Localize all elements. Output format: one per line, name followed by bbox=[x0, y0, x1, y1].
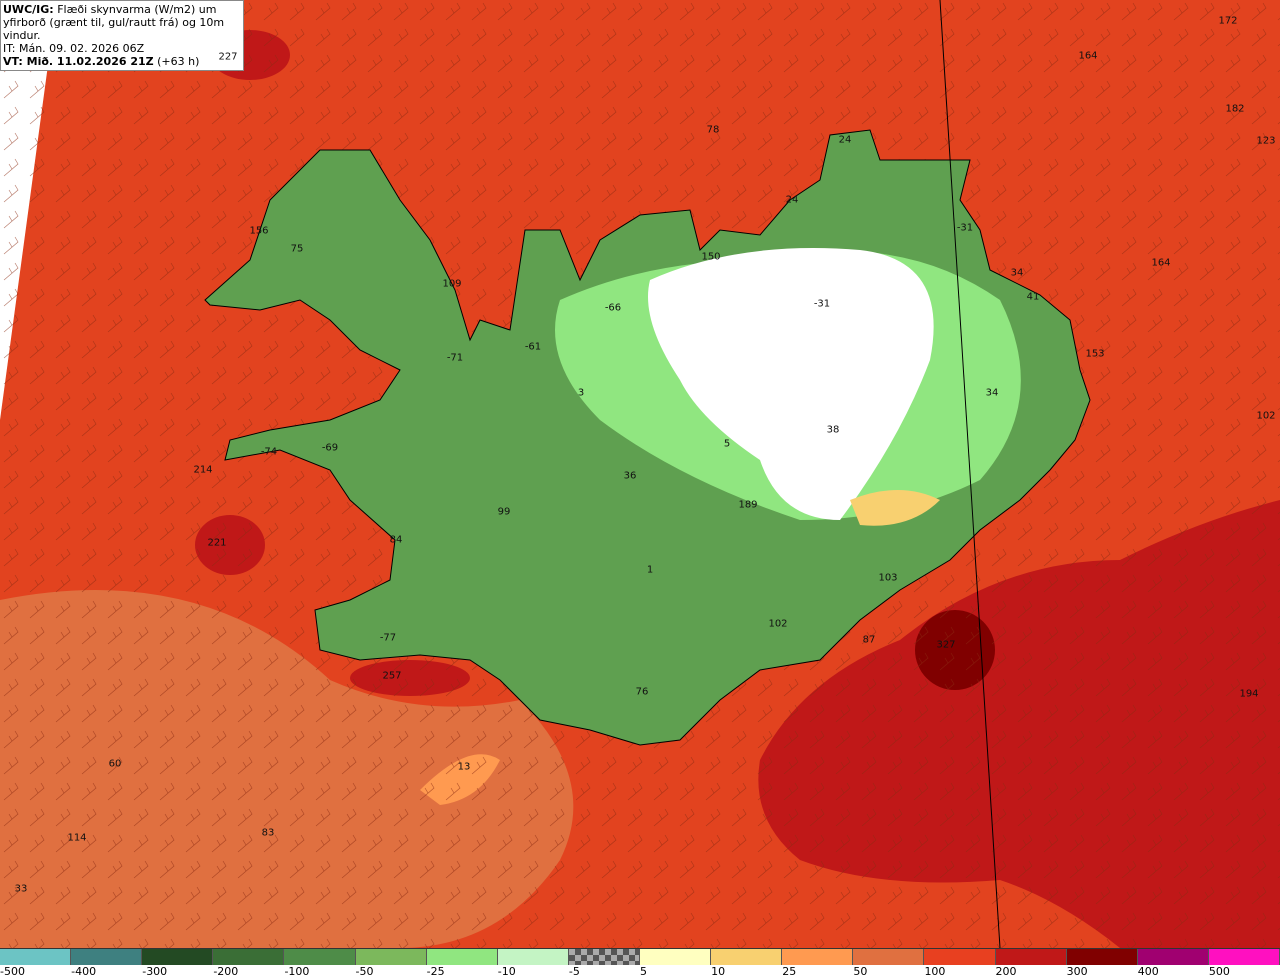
flux-value-label: -69 bbox=[321, 442, 339, 454]
flux-value-label: 156 bbox=[249, 225, 269, 237]
legend-swatch bbox=[426, 949, 498, 965]
legend-tick-label: 100 bbox=[924, 965, 946, 978]
legend-swatch bbox=[0, 949, 72, 965]
legend-tick-label: -200 bbox=[213, 965, 239, 978]
flux-value-label: 34 bbox=[985, 387, 999, 399]
flux-value-label: 114 bbox=[67, 832, 87, 844]
legend-swatch bbox=[1208, 949, 1280, 965]
lead-time: (+63 h) bbox=[157, 55, 200, 68]
flux-value-label: 150 bbox=[701, 251, 721, 263]
valid-time: VT: Mið. 11.02.2026 21Z bbox=[3, 55, 154, 68]
legend-swatch bbox=[782, 949, 854, 965]
flux-value-label: 164 bbox=[1151, 257, 1171, 269]
legend-tick-label: -5 bbox=[568, 965, 580, 978]
flux-value-label: 102 bbox=[1256, 410, 1276, 422]
flux-value-label: 87 bbox=[862, 634, 876, 646]
flux-value-label: 102 bbox=[768, 618, 788, 630]
legend-tick-label: 25 bbox=[782, 965, 797, 978]
legend-swatch bbox=[71, 949, 143, 965]
legend-tick-label: -400 bbox=[71, 965, 97, 978]
flux-value-label: 83 bbox=[261, 827, 275, 839]
legend-swatch bbox=[355, 949, 427, 965]
legend-tick-label: -300 bbox=[142, 965, 168, 978]
flux-value-label: 189 bbox=[738, 499, 758, 511]
flux-value-label: -66 bbox=[604, 302, 622, 314]
flux-value-label: 60 bbox=[108, 758, 122, 770]
flux-value-label: 76 bbox=[635, 686, 649, 698]
flux-value-label: 75 bbox=[290, 243, 304, 255]
legend-swatch bbox=[142, 949, 214, 965]
flux-value-label: 103 bbox=[878, 572, 898, 584]
flux-value-label: 36 bbox=[623, 470, 637, 482]
flux-value-label: 41 bbox=[1026, 291, 1040, 303]
legend-tick-label: -50 bbox=[355, 965, 374, 978]
legend-swatch bbox=[924, 949, 996, 965]
flux-value-label: -31 bbox=[956, 222, 974, 234]
flux-value-label: 24 bbox=[785, 194, 799, 206]
title-line1: Flæði skynvarma (W/m2) um bbox=[57, 3, 217, 16]
legend-tick-label: 500 bbox=[1208, 965, 1230, 978]
sensible-heat-flux-map bbox=[0, 0, 1280, 948]
legend-swatch bbox=[1066, 949, 1138, 965]
flux-value-label: 3 bbox=[577, 387, 585, 399]
flux-value-label: -31 bbox=[813, 298, 831, 310]
flux-value-label: 214 bbox=[193, 464, 213, 476]
flux-value-label: 33 bbox=[14, 883, 28, 895]
flux-value-label: 172 bbox=[1218, 15, 1238, 27]
legend-tick-label: 300 bbox=[1066, 965, 1088, 978]
flux-value-label: 34 bbox=[1010, 267, 1024, 279]
flux-value-label: 78 bbox=[706, 124, 720, 136]
flux-value-label: 109 bbox=[442, 278, 462, 290]
legend-swatch bbox=[995, 949, 1067, 965]
legend-swatch bbox=[1137, 949, 1209, 965]
flux-value-label: -77 bbox=[379, 632, 397, 644]
flux-value-label: 123 bbox=[1256, 135, 1276, 147]
legend-swatch bbox=[213, 949, 285, 965]
legend-tick-label: 400 bbox=[1137, 965, 1159, 978]
flux-value-label: 194 bbox=[1239, 688, 1259, 700]
legend-tick-label: 10 bbox=[711, 965, 726, 978]
legend-tick-label: -100 bbox=[284, 965, 310, 978]
source-label: UWC/IG: bbox=[3, 3, 54, 16]
flux-value-label: 227 bbox=[218, 51, 238, 63]
legend-tick-label: 200 bbox=[995, 965, 1017, 978]
legend-tick-label: -25 bbox=[426, 965, 445, 978]
legend-swatch bbox=[853, 949, 925, 965]
legend-swatch bbox=[639, 949, 712, 965]
flux-value-label: 38 bbox=[826, 424, 840, 436]
legend-swatch bbox=[284, 949, 356, 965]
legend-tick-label: 5 bbox=[640, 965, 647, 978]
flux-value-label: 84 bbox=[389, 534, 403, 546]
flux-value-label: 13 bbox=[457, 761, 471, 773]
legend-tick-label: 50 bbox=[853, 965, 868, 978]
flux-value-label: 24 bbox=[838, 134, 852, 146]
flux-value-label: 5 bbox=[723, 438, 731, 450]
flux-value-label: 221 bbox=[207, 537, 227, 549]
legend-swatch bbox=[497, 949, 569, 965]
legend-swatch bbox=[711, 949, 783, 965]
flux-value-label: -71 bbox=[446, 352, 464, 364]
flux-value-label: 327 bbox=[936, 639, 956, 651]
flux-value-label: 1 bbox=[646, 564, 654, 576]
legend-tick-label: -10 bbox=[497, 965, 516, 978]
legend-tick-label: -500 bbox=[0, 965, 25, 978]
title-line2: yfirborð (grænt til, gul/rautt frá) og 1… bbox=[3, 16, 225, 42]
map-title-box: UWC/IG: Flæði skynvarma (W/m2) um yfirbo… bbox=[0, 0, 244, 71]
flux-value-label: 182 bbox=[1225, 103, 1245, 115]
flux-value-label: -61 bbox=[524, 341, 542, 353]
flux-value-label: 153 bbox=[1085, 348, 1105, 360]
flux-value-label: 164 bbox=[1078, 50, 1098, 62]
color-legend: -500 -400 -300 -200 -100 -50 -25 -10 -5 5 10 25 50 10… bbox=[0, 948, 1280, 978]
flux-value-label: 257 bbox=[382, 670, 402, 682]
legend-swatch bbox=[568, 949, 640, 965]
flux-value-label: -74 bbox=[260, 446, 278, 458]
initial-time: IT: Mán. 09. 02. 2026 06Z bbox=[3, 42, 145, 55]
flux-value-label: 99 bbox=[497, 506, 511, 518]
